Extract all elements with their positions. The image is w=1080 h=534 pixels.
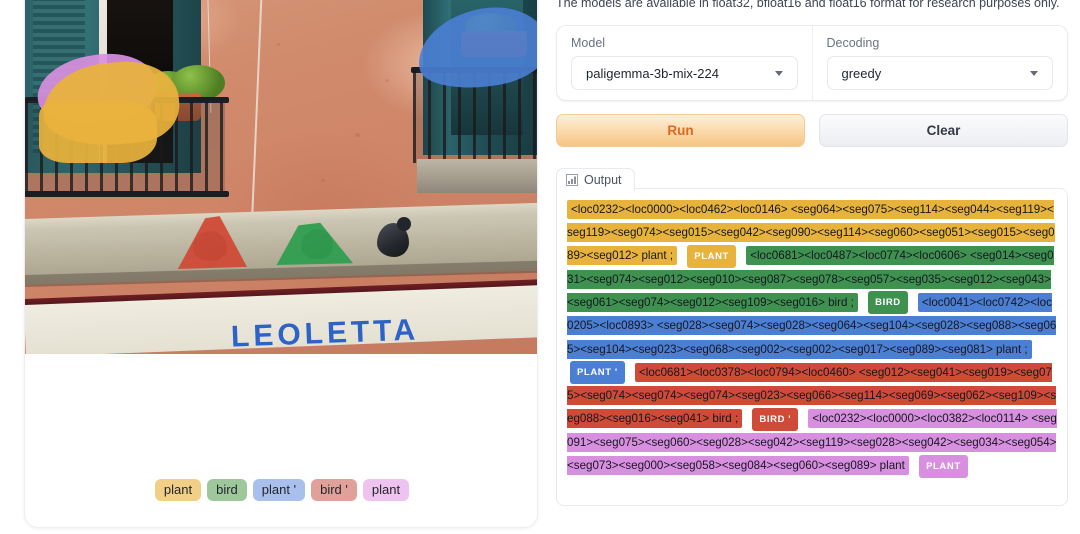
model-select-value: paligemma-3b-mix-224 — [586, 65, 719, 81]
legend: plant bird plant ' bird ' plant — [25, 479, 537, 502]
annotated-photo[interactable]: LEOLETTA — [25, 0, 537, 354]
output-label-chip: PLANT — [919, 454, 968, 478]
output-label-chip: BIRD ' — [752, 407, 799, 431]
legend-chip: plant — [362, 479, 410, 502]
legend-chip: plant ' — [252, 479, 306, 502]
stone-sill — [417, 159, 537, 193]
app-root: LEOLETTA plant bird plant ' bird ' plant The… — [0, 0, 1080, 534]
wall-speck — [321, 179, 325, 182]
controls-card: Model paligemma-3b-mix-224 Decoding gree… — [556, 25, 1068, 101]
model-label: Model — [571, 36, 606, 50]
wall-speck — [355, 133, 360, 137]
sign-text: LEOLETTA — [230, 313, 420, 354]
token-separator — [677, 249, 684, 262]
output-label-chip: BIRD — [868, 291, 908, 315]
legend-chip: plant — [154, 479, 202, 502]
model-select[interactable]: paligemma-3b-mix-224 — [571, 56, 798, 90]
run-button[interactable]: Run — [556, 114, 805, 147]
models-notice: The models are available in float32, bfl… — [556, 0, 1060, 10]
mask-plant — [39, 101, 157, 163]
tab-output-label: Output — [584, 173, 622, 187]
image-chart-icon — [566, 174, 578, 186]
decoding-select-value: greedy — [841, 65, 882, 81]
output-text: <loc0232><loc0000><loc0462><loc0146> <se… — [567, 198, 1057, 478]
output-panel[interactable]: <loc0232><loc0000><loc0462><loc0146> <se… — [556, 188, 1068, 506]
pigeon-head — [397, 217, 411, 231]
model-control: Model paligemma-3b-mix-224 — [557, 26, 812, 100]
token-separator — [1032, 343, 1036, 356]
left-railing-rail — [25, 191, 229, 197]
wall-speck — [277, 43, 280, 46]
legend-chip: bird — [207, 479, 247, 502]
image-output-card: LEOLETTA plant bird plant ' bird ' plant — [24, 0, 538, 528]
token-separator — [858, 296, 865, 309]
chevron-down-icon — [1030, 70, 1038, 76]
decoding-select[interactable]: greedy — [826, 56, 1053, 90]
output-label-chip: PLANT — [687, 244, 736, 268]
decoding-label: Decoding — [826, 36, 880, 50]
token-separator — [628, 366, 635, 379]
token-separator — [909, 459, 916, 472]
decoding-control: Decoding greedy — [811, 26, 1068, 100]
action-buttons: Run Clear — [556, 114, 1068, 147]
token-separator — [742, 412, 749, 425]
tab-output[interactable]: Output — [556, 168, 635, 191]
clear-button[interactable]: Clear — [819, 114, 1068, 147]
token-separator — [971, 459, 975, 472]
chevron-down-icon — [774, 70, 783, 76]
legend-chip: bird ' — [311, 479, 357, 502]
wall-speck — [385, 79, 389, 82]
output-label-chip: PLANT ' — [570, 361, 625, 385]
token-separator — [911, 296, 918, 309]
